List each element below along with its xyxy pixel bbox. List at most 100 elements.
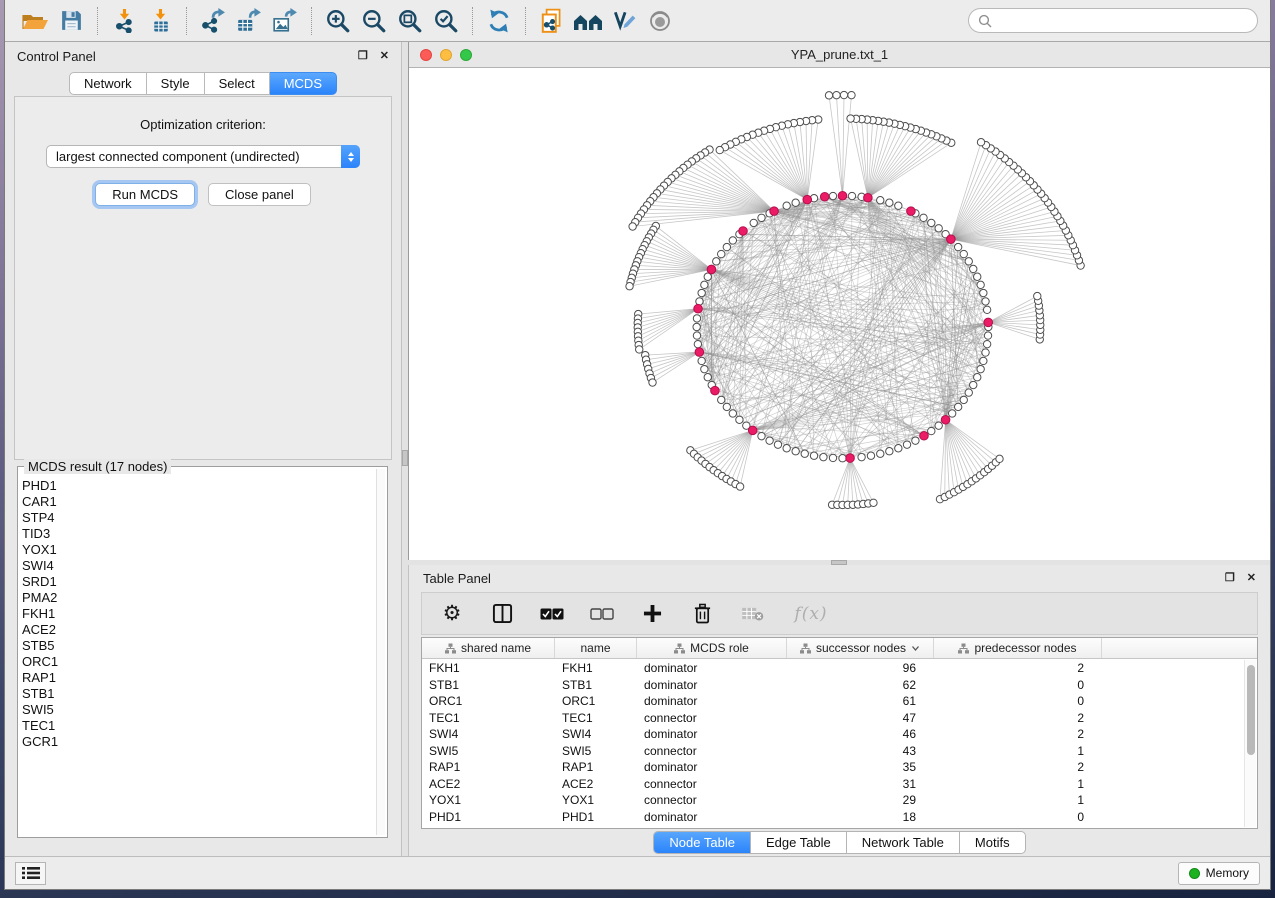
close-panel-icon[interactable]: ✕	[1247, 573, 1256, 584]
mcds-result-item[interactable]: STB1	[22, 686, 375, 702]
table-row[interactable]: PHD1PHD1dominator180	[422, 809, 1244, 826]
mcds-result-item[interactable]: SRD1	[22, 574, 375, 590]
zoom-out-button[interactable]	[356, 5, 392, 37]
mcds-result-item[interactable]: STP4	[22, 510, 375, 526]
mcds-result-item[interactable]: TID3	[22, 526, 375, 542]
delete-column-icon[interactable]	[690, 602, 714, 626]
table-toolbar: ⚙	[421, 592, 1258, 635]
mcds-result-item[interactable]: STB5	[22, 638, 375, 654]
table-scrollbar[interactable]	[1244, 660, 1256, 827]
select-all-checkboxes-icon[interactable]	[540, 602, 564, 626]
mcds-result-item[interactable]: SWI4	[22, 558, 375, 574]
column-header-predecessor-nodes[interactable]: predecessor nodes	[934, 638, 1102, 658]
zoom-fit-button[interactable]	[392, 5, 428, 37]
column-header-successor-nodes[interactable]: successor nodes	[787, 638, 934, 658]
table-row[interactable]: ORC1ORC1dominator610	[422, 693, 1244, 710]
table-row[interactable]: RAP1RAP1dominator352	[422, 759, 1244, 776]
close-panel-button[interactable]: Close panel	[208, 183, 311, 206]
global-search-field[interactable]	[968, 8, 1258, 33]
criterion-dropdown[interactable]: largest connected component (undirected)	[46, 145, 360, 168]
mcds-result-item[interactable]: GCR1	[22, 734, 375, 750]
divider-handle[interactable]	[402, 450, 408, 466]
divider-handle[interactable]	[831, 560, 847, 565]
mcds-result-item[interactable]: PHD1	[22, 478, 375, 494]
maximize-window-icon[interactable]	[460, 49, 472, 61]
network-node	[984, 332, 991, 339]
network-view-window: YPA_prune.txt_1	[408, 42, 1270, 560]
column-layout-icon[interactable]	[490, 602, 514, 626]
search-input[interactable]	[998, 13, 1248, 28]
scrollbar-thumb[interactable]	[1247, 665, 1255, 755]
mcds-result-item[interactable]: YOX1	[22, 542, 375, 558]
mcds-result-item[interactable]: SWI5	[22, 702, 375, 718]
run-mcds-button[interactable]: Run MCDS	[95, 183, 195, 206]
vertical-split-divider[interactable]	[402, 42, 408, 856]
close-panel-icon[interactable]: ✕	[380, 51, 389, 62]
mcds-result-item[interactable]: ORC1	[22, 654, 375, 670]
network-dominator-node	[984, 318, 993, 327]
toolbar-separator	[525, 7, 526, 35]
table-row[interactable]: STB1STB1dominator620	[422, 677, 1244, 694]
minimize-window-icon[interactable]	[440, 49, 452, 61]
table-row[interactable]: SWI4SWI4dominator462	[422, 726, 1244, 743]
panel-menu-button[interactable]	[15, 862, 46, 885]
export-table-button[interactable]	[231, 5, 267, 37]
deselect-checkboxes-icon[interactable]	[590, 602, 614, 626]
close-window-icon[interactable]	[420, 49, 432, 61]
open-file-button[interactable]	[17, 5, 53, 37]
table-row[interactable]: YOX1YOX1connector291	[422, 792, 1244, 809]
column-header-mcds-role[interactable]: MCDS role	[637, 638, 787, 658]
mcds-result-item[interactable]: CAR1	[22, 494, 375, 510]
network-graph[interactable]	[409, 68, 1270, 560]
tab-node-table[interactable]: Node Table	[654, 832, 751, 853]
import-network-button[interactable]	[106, 5, 142, 37]
toggle-style-button[interactable]	[606, 5, 642, 37]
new-network-file-button[interactable]	[534, 5, 570, 37]
mcds-result-scrollbar[interactable]	[376, 469, 385, 835]
toggle-preview-button[interactable]	[642, 5, 678, 37]
network-node	[729, 410, 736, 417]
settings-gear-icon[interactable]: ⚙	[440, 602, 464, 626]
tab-edge-table[interactable]: Edge Table	[751, 832, 847, 853]
import-table-button[interactable]	[142, 5, 178, 37]
mcds-result-list[interactable]: PHD1CAR1STP4TID3YOX1SWI4SRD1PMA2FKH1ACE2…	[22, 470, 375, 835]
zoom-selected-button[interactable]	[428, 5, 464, 37]
table-row[interactable]: SWI5SWI5connector431	[422, 743, 1244, 760]
network-dominator-node	[695, 348, 704, 357]
memory-button[interactable]: Memory	[1178, 862, 1260, 885]
tab-motifs[interactable]: Motifs	[960, 832, 1025, 853]
mcds-result-item[interactable]: ACE2	[22, 622, 375, 638]
tab-mcds[interactable]: MCDS	[270, 72, 337, 95]
column-header-name[interactable]: name	[555, 638, 637, 658]
table-row[interactable]: FKH1FKH1dominator962	[422, 660, 1244, 677]
float-panel-icon[interactable]: ❐	[358, 51, 368, 62]
network-node	[877, 450, 884, 457]
zoom-in-button[interactable]	[320, 5, 356, 37]
network-node	[792, 199, 799, 206]
save-session-button[interactable]	[53, 5, 89, 37]
tab-style[interactable]: Style	[147, 72, 205, 95]
mcds-result-item[interactable]: RAP1	[22, 670, 375, 686]
export-network-button[interactable]	[195, 5, 231, 37]
column-header-shared-name[interactable]: shared name	[422, 638, 555, 658]
status-bar: Memory	[5, 856, 1270, 889]
export-image-button[interactable]	[267, 5, 303, 37]
tab-select[interactable]: Select	[205, 72, 270, 95]
style-pen-icon	[611, 8, 637, 34]
mcds-result-item[interactable]: FKH1	[22, 606, 375, 622]
search-neighbors-button[interactable]	[570, 5, 606, 37]
float-panel-icon[interactable]: ❐	[1225, 573, 1235, 584]
network-canvas[interactable]	[409, 68, 1270, 560]
memory-label: Memory	[1206, 866, 1249, 880]
refresh-view-button[interactable]	[481, 5, 517, 37]
network-node	[886, 448, 893, 455]
horizontal-split-divider[interactable]	[408, 560, 1270, 565]
mcds-result-item[interactable]: PMA2	[22, 590, 375, 606]
table-row[interactable]: ACE2ACE2connector311	[422, 776, 1244, 793]
add-column-icon[interactable]	[640, 602, 664, 626]
tab-network[interactable]: Network	[69, 72, 147, 95]
mcds-result-item[interactable]: TEC1	[22, 718, 375, 734]
network-window-titlebar[interactable]: YPA_prune.txt_1	[409, 42, 1270, 68]
table-row[interactable]: TEC1TEC1connector472	[422, 710, 1244, 727]
tab-network-table[interactable]: Network Table	[847, 832, 960, 853]
